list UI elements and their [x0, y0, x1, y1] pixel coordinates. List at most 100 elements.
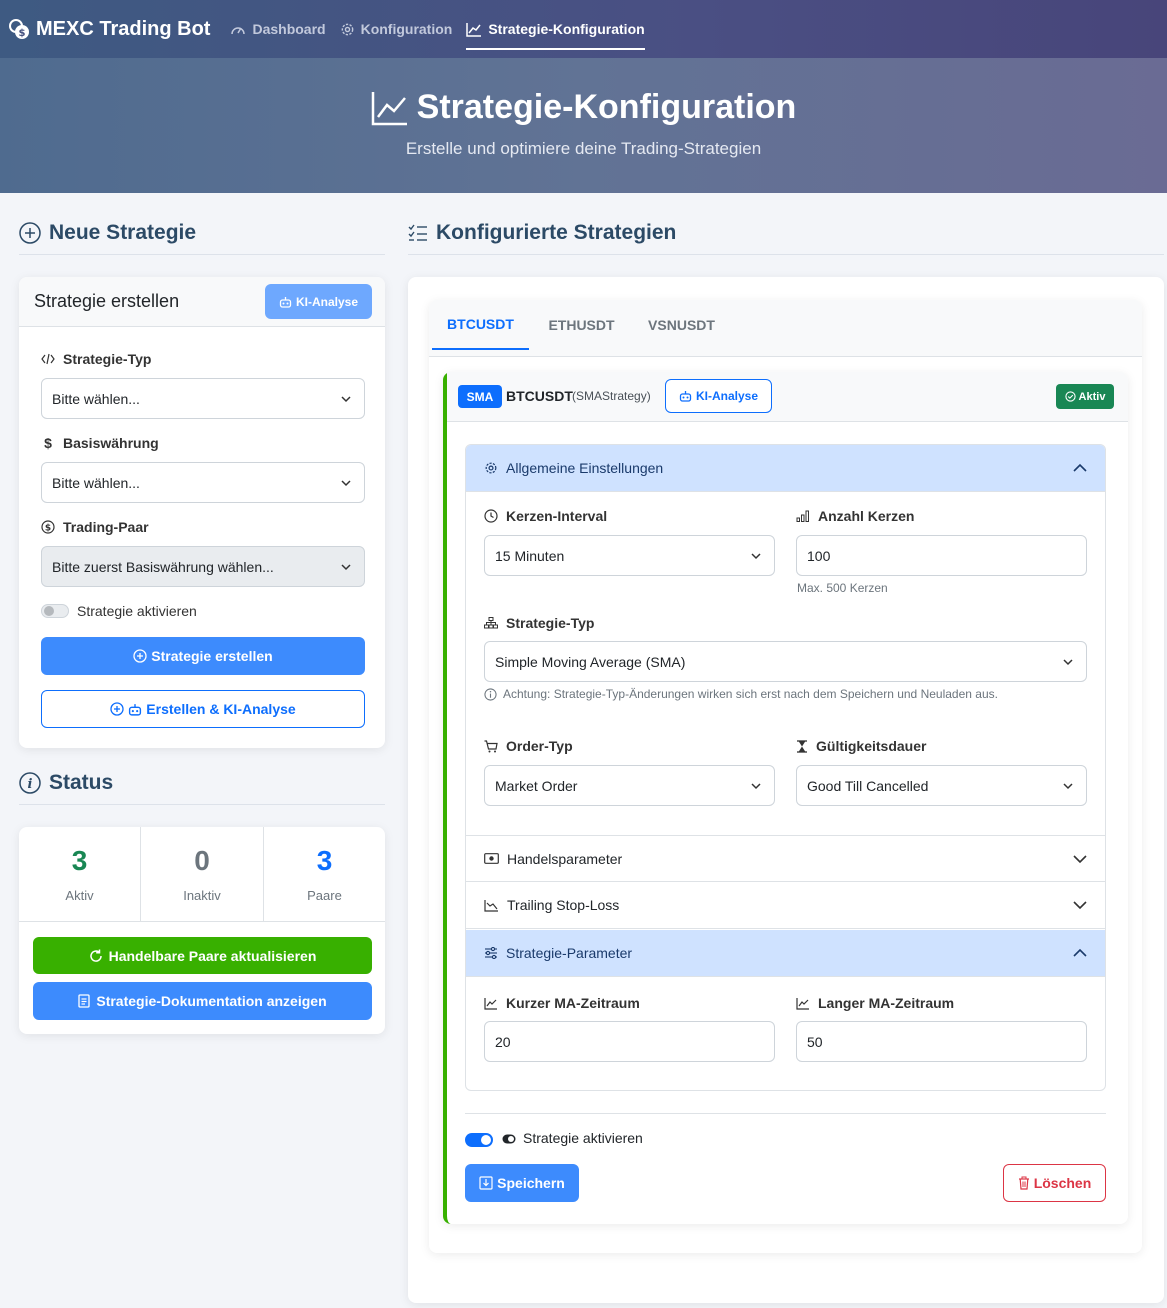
strategy-ki-button[interactable]: KI-Analyse [665, 379, 772, 413]
download-icon [479, 1176, 493, 1190]
interval-label-text: Kerzen-Interval [506, 508, 608, 524]
chevron-down-icon [1062, 781, 1074, 791]
strategy-type-badge: SMA [458, 385, 502, 408]
brand[interactable]: $ MEXC Trading Bot [8, 18, 210, 41]
refresh-pairs-button[interactable]: Handelbare Paare aktualisieren [33, 937, 372, 974]
interval-value: 15 Minuten [495, 547, 565, 564]
activate-toggle[interactable] [41, 604, 69, 618]
create-strategy-button[interactable]: Strategie erstellen [41, 637, 365, 675]
section-configured-label: Konfigurierte Strategien [436, 221, 677, 244]
trash-icon [1018, 1176, 1030, 1190]
cash-icon [484, 853, 499, 864]
interval-select[interactable]: 15 Minuten [484, 535, 775, 576]
type-note-text: Achtung: Strategie-Typ-Änderungen wirken… [503, 687, 998, 701]
delete-button[interactable]: Löschen [1003, 1164, 1106, 1202]
nav-strategie-konfiguration[interactable]: Strategie-Konfiguration [466, 0, 646, 58]
toggle-knob [44, 606, 54, 616]
accordion-trailing[interactable]: Trailing Stop-Loss [466, 882, 1105, 929]
save-button[interactable]: Speichern [465, 1164, 579, 1202]
card-title: Strategie erstellen [34, 291, 180, 311]
svg-text:i: i [28, 777, 33, 792]
base-currency-select[interactable]: Bitte wählen... [41, 462, 365, 503]
trading-pair-select[interactable]: Bitte zuerst Basiswährung wählen... [41, 546, 365, 587]
tab-ethusdt[interactable]: ETHUSDT [533, 300, 630, 350]
info-circle-icon: i [19, 772, 41, 794]
status-card: 3 Aktiv 0 Inaktiv 3 Paare Handelbare Paa… [19, 827, 385, 1034]
divider [465, 1113, 1106, 1114]
create-ki-button[interactable]: Erstellen & KI-Analyse [41, 690, 365, 728]
create-strategy-card: Strategie erstellen KI-Analyse Strategie… [19, 277, 385, 748]
navbar: $ MEXC Trading Bot Dashboard Konfigurati… [0, 0, 1167, 58]
coins-icon: $ [8, 18, 30, 40]
docs-button[interactable]: Strategie-Dokumentation anzeigen [33, 982, 372, 1020]
stat-inactive: 0 Inaktiv [141, 827, 264, 921]
long-ma-input[interactable]: 50 [796, 1021, 1087, 1062]
chevron-down-icon [340, 478, 352, 488]
diagram-icon [484, 617, 498, 629]
delete-label: Löschen [1033, 1175, 1092, 1191]
strategy-ki-label: KI-Analyse [695, 389, 759, 403]
save-label: Speichern [497, 1175, 565, 1191]
stat-active: 3 Aktiv [19, 827, 141, 921]
activate-label: Strategie aktivieren [77, 603, 197, 619]
tab-vsnusdt[interactable]: VSNUSDT [633, 300, 730, 350]
chart-line-icon [466, 22, 482, 37]
chart-line-icon [371, 90, 409, 126]
ki-analyse-button[interactable]: KI-Analyse [265, 284, 372, 319]
nav-strategie-label: Strategie-Konfiguration [488, 21, 645, 37]
strategy-class: (SMAStrategy) [572, 389, 651, 403]
refresh-pairs-label: Handelbare Paare aktualisieren [108, 947, 317, 964]
create-ki-label: Erstellen & KI-Analyse [146, 701, 296, 717]
chevron-down-icon [750, 551, 762, 561]
bar-chart-icon [796, 510, 810, 522]
order-type-value: Market Order [495, 777, 578, 794]
accordion-trade-params-label: Handelsparameter [507, 850, 623, 867]
short-ma-input[interactable]: 20 [484, 1021, 775, 1062]
chevron-up-icon [1072, 947, 1088, 959]
robot-icon [128, 703, 142, 716]
create-strategy-label: Strategie erstellen [151, 648, 273, 664]
order-label-text: Order-Typ [506, 738, 573, 754]
count-hint: Max. 500 Kerzen [797, 581, 888, 595]
type-label: Strategie-Typ [41, 351, 151, 367]
accordion-trade-params[interactable]: Handelsparameter [466, 835, 1105, 882]
document-icon [78, 994, 91, 1008]
stats-row: 3 Aktiv 0 Inaktiv 3 Paare [19, 827, 385, 922]
section-configured: Konfigurierte Strategien [408, 220, 1164, 255]
stat-active-value: 3 [71, 845, 88, 876]
count-label: Anzahl Kerzen [796, 508, 914, 524]
pair-label: $ Trading-Paar [41, 519, 149, 535]
hourglass-icon [796, 739, 808, 753]
count-label-text: Anzahl Kerzen [818, 508, 915, 524]
section-new-strategy-label: Neue Strategie [49, 221, 197, 244]
order-type-select[interactable]: Market Order [484, 765, 775, 806]
status-badge: Aktiv [1056, 384, 1114, 409]
stat-active-label: Aktiv [65, 888, 94, 903]
accordion-strategy-params[interactable]: Strategie-Parameter [466, 930, 1105, 977]
chevron-down-icon [1072, 899, 1088, 911]
hero: Strategie-Konfiguration Erstelle und opt… [0, 58, 1167, 193]
toggle-on-icon [502, 1134, 516, 1144]
chevron-down-icon [340, 394, 352, 404]
toggle-knob [481, 1135, 491, 1145]
gen-type-label: Strategie-Typ [484, 615, 594, 631]
validity-select[interactable]: Good Till Cancelled [796, 765, 1087, 806]
page-title-label: Strategie-Konfiguration [416, 88, 797, 126]
strategy-activate-toggle[interactable] [465, 1133, 493, 1147]
tab-btcusdt[interactable]: BTCUSDT [432, 300, 529, 350]
trading-pair-value: Bitte zuerst Basiswährung wählen... [52, 558, 274, 575]
accordion-general[interactable]: Allgemeine Einstellungen [466, 445, 1105, 492]
strategy-type-select[interactable]: Bitte wählen... [41, 378, 365, 419]
nav-konfiguration[interactable]: Konfiguration [340, 0, 452, 58]
section-status-label: Status [49, 771, 114, 794]
sliders-icon [484, 947, 498, 959]
order-label: Order-Typ [484, 738, 573, 754]
gen-strategy-type-select[interactable]: Simple Moving Average (SMA) [484, 641, 1087, 682]
candle-count-input[interactable]: 100 [796, 535, 1087, 576]
svg-text:$: $ [45, 524, 51, 534]
nav-dashboard[interactable]: Dashboard [230, 0, 326, 58]
ki-analyse-label: KI-Analyse [295, 294, 359, 309]
stat-inactive-label: Inaktiv [183, 888, 221, 903]
gen-strategy-type-value: Simple Moving Average (SMA) [495, 653, 686, 670]
plus-circle-icon [133, 649, 147, 663]
